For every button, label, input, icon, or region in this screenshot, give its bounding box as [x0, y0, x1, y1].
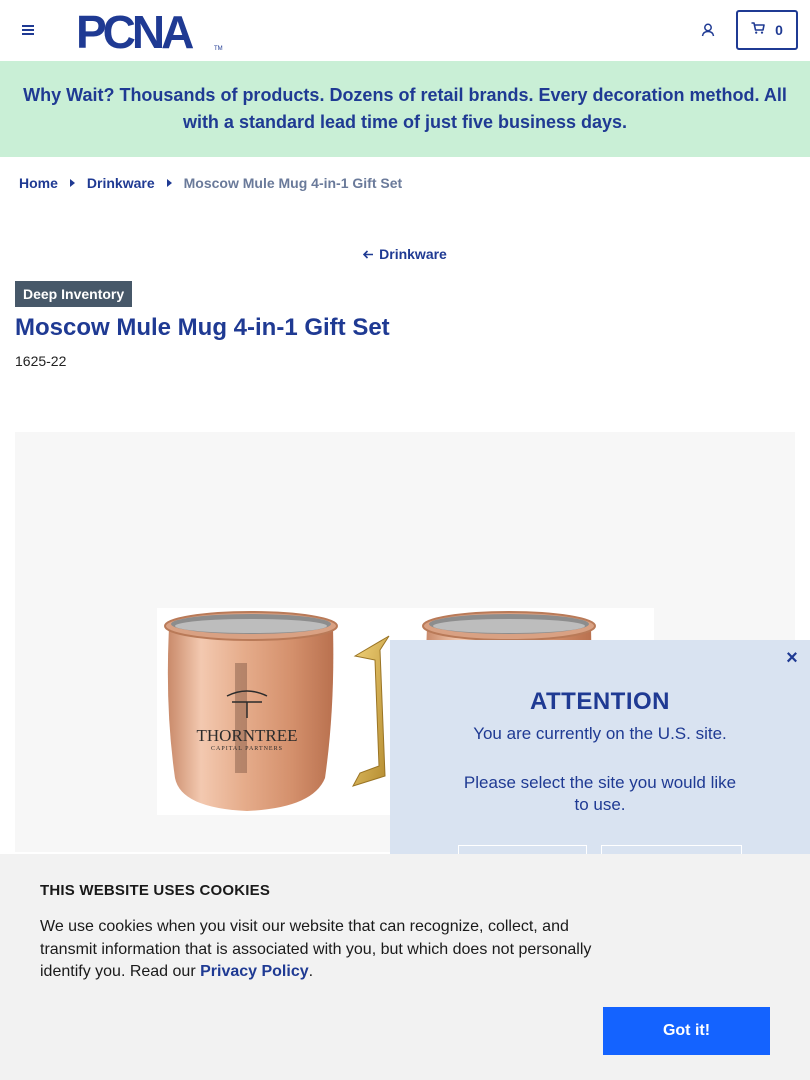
- arrow-left-icon: [363, 246, 374, 262]
- product-sku: 1625-22: [15, 353, 67, 369]
- inventory-badge: Deep Inventory: [15, 281, 133, 307]
- logo-text: PCNA: [76, 10, 193, 52]
- pcna-logo[interactable]: PCNA TM: [76, 6, 226, 58]
- attention-current-site: You are currently on the U.S. site.: [473, 724, 727, 743]
- site-header: PCNA TM 0: [0, 0, 810, 61]
- back-to-category-link[interactable]: Drinkware: [0, 246, 810, 262]
- cart-button[interactable]: 0: [736, 10, 798, 50]
- promo-banner: Why Wait? Thousands of products. Dozens …: [0, 61, 810, 157]
- promo-text: Why Wait? Thousands of products. Dozens …: [23, 85, 787, 132]
- logo-trademark: TM: [214, 46, 223, 52]
- privacy-policy-link[interactable]: Privacy Policy: [200, 963, 309, 980]
- breadcrumb-home[interactable]: Home: [19, 175, 58, 191]
- hamburger-menu-icon[interactable]: [18, 20, 38, 40]
- attention-title: ATTENTION: [529, 688, 671, 715]
- cart-count: 0: [775, 22, 783, 38]
- accept-cookies-button[interactable]: Got it!: [603, 1007, 770, 1055]
- back-link-label: Drinkware: [379, 246, 447, 262]
- attention-instruction: Please select the site you would like to…: [463, 773, 737, 814]
- caret-right-icon: [69, 179, 75, 187]
- close-icon[interactable]: ×: [782, 648, 802, 668]
- cookie-body: We use cookies when you visit our websit…: [40, 918, 592, 980]
- breadcrumb: Home Drinkware Moscow Mule Mug 4-in-1 Gi…: [19, 174, 402, 192]
- cookie-end: .: [308, 963, 314, 980]
- cookie-banner: THIS WEBSITE USES COOKIES We use cookies…: [0, 854, 810, 1080]
- cookie-text: We use cookies when you visit our websit…: [40, 916, 610, 984]
- imprint-brand-text: THORNTREE: [196, 726, 297, 745]
- cookie-title: THIS WEBSITE USES COOKIES: [40, 882, 271, 899]
- account-icon[interactable]: [697, 19, 719, 41]
- region-select-modal: × ATTENTION You are currently on the U.S…: [390, 640, 810, 865]
- caret-right-icon: [166, 179, 172, 187]
- breadcrumb-drinkware[interactable]: Drinkware: [87, 175, 155, 191]
- breadcrumb-current: Moscow Mule Mug 4-in-1 Gift Set: [183, 175, 403, 191]
- product-title: Moscow Mule Mug 4-in-1 Gift Set: [15, 314, 390, 341]
- imprint-sub-text: CAPITAL PARTNERS: [211, 746, 283, 752]
- cart-icon: [751, 21, 765, 39]
